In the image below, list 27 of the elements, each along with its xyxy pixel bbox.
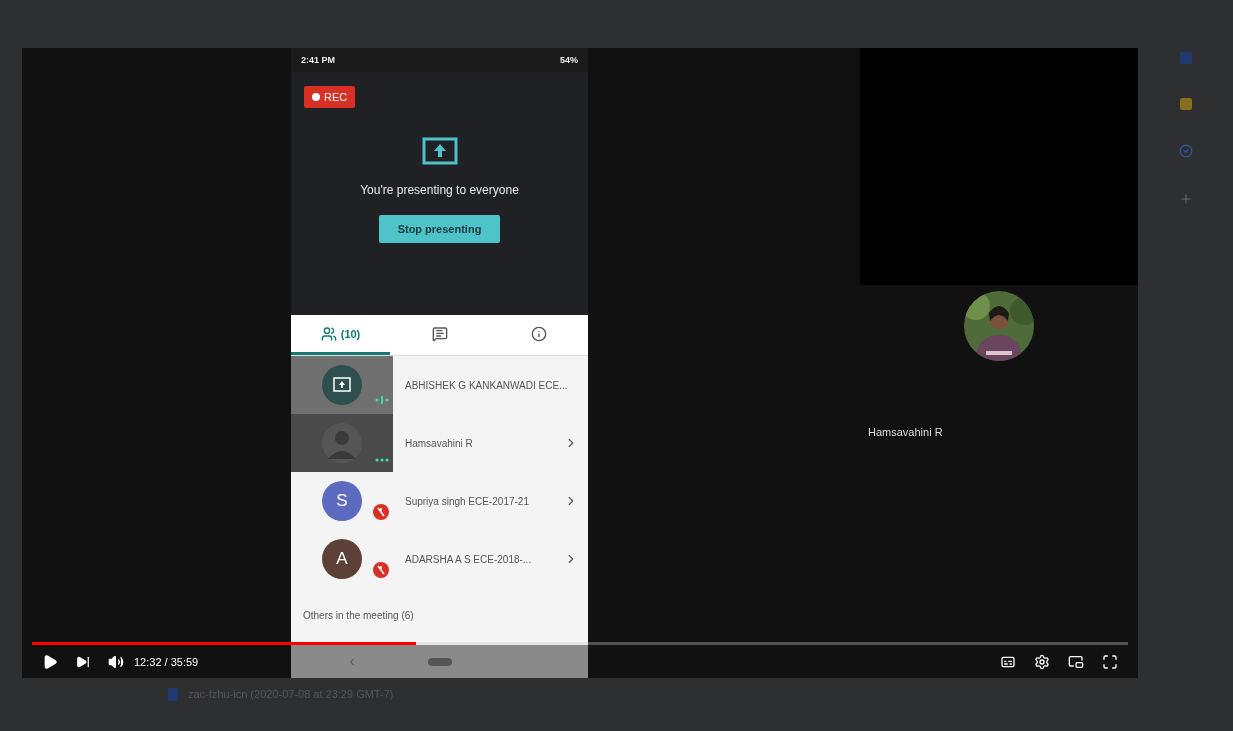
info-icon (530, 325, 547, 342)
participant-name: ADARSHA A S ECE-2018-... (405, 553, 533, 565)
status-time: 2:41 PM (301, 55, 335, 65)
people-icon (320, 325, 337, 342)
participant-name: Hamsavahini R (868, 426, 943, 438)
chat-icon (431, 325, 448, 342)
recording-badge: REC (304, 86, 356, 108)
fullscreen-button[interactable] (1102, 653, 1118, 670)
play-button[interactable] (42, 653, 58, 670)
presenting-message: You're presenting to everyone (360, 183, 519, 197)
participant-name: Supriya singh ECE-2017-21 (405, 495, 530, 507)
screen-share-icon (322, 365, 362, 405)
settings-button[interactable] (1034, 653, 1050, 670)
others-heading: Others in the meeting (6) (302, 609, 415, 621)
participant-name: Hamsavahini R (405, 437, 474, 449)
miniplayer-button[interactable] (1068, 653, 1084, 670)
file-icon (168, 688, 178, 701)
screen-share-icon (421, 137, 458, 165)
time-display: 12:32 / 35:59 (134, 655, 199, 668)
avatar: A (322, 539, 362, 579)
note-icon[interactable] (1179, 98, 1192, 110)
stop-presenting-button[interactable]: Stop presenting (378, 215, 501, 243)
battery-level: 54% (560, 55, 578, 65)
avatar: S (322, 481, 362, 521)
volume-button[interactable] (108, 653, 124, 670)
participant-name: ABHISHEK G KANKANWADI ECE... (405, 379, 568, 391)
next-button[interactable] (76, 654, 90, 669)
